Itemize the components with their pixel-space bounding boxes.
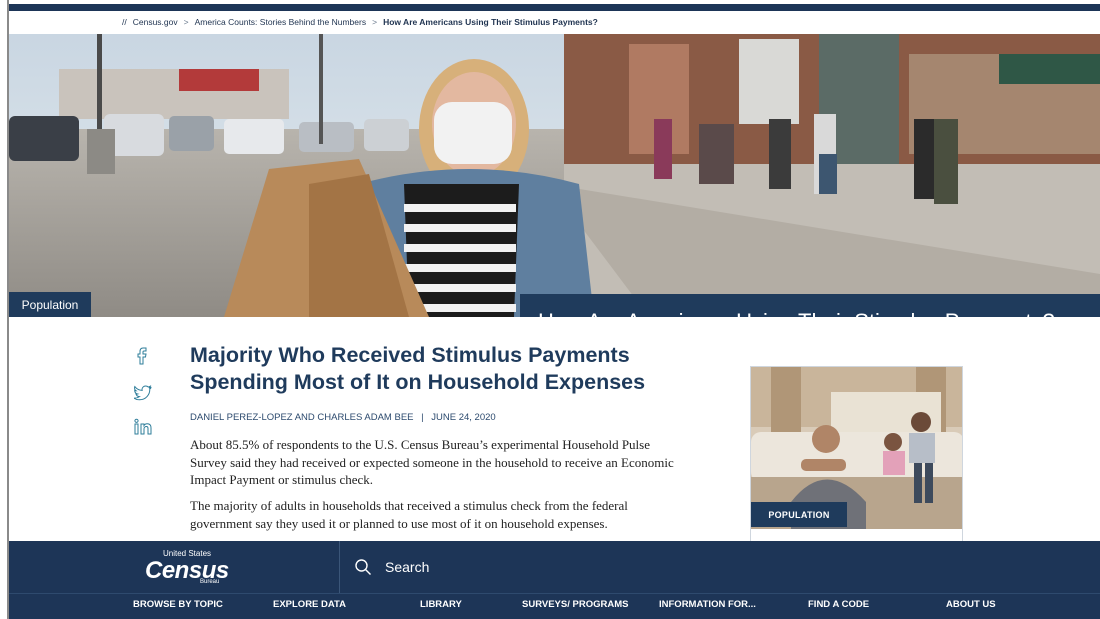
nav-surveys-programs[interactable]: SURVEYS/ PROGRAMS (522, 599, 628, 610)
nav-explore-data[interactable]: EXPLORE DATA (273, 599, 346, 610)
footer-separator (9, 593, 1100, 594)
breadcrumb-america-counts[interactable]: America Counts: Stories Behind the Numbe… (195, 17, 367, 27)
search-bar[interactable]: Search (354, 555, 429, 579)
breadcrumb-separator: > (372, 17, 378, 27)
article-paragraph: The majority of adults in households tha… (190, 498, 628, 531)
facebook-icon[interactable] (131, 345, 155, 367)
article-title: Majority Who Received Stimulus Payments … (190, 343, 646, 394)
search-label: Search (385, 559, 430, 575)
article-paragraph: About 85.5% of respondents to the U.S. C… (190, 437, 674, 487)
top-banner (9, 4, 1100, 11)
breadcrumb-root: // (122, 17, 127, 27)
nav-library[interactable]: LIBRARY (420, 599, 462, 610)
census-logo[interactable]: United States Census Bureau (143, 548, 233, 588)
nav-find-a-code[interactable]: FIND A CODE (808, 599, 869, 610)
nav-information-for[interactable]: INFORMATION FOR... (659, 599, 756, 610)
hero-photo (9, 34, 1100, 317)
related-story-tag[interactable]: POPULATION (751, 502, 847, 527)
breadcrumb: // Census.gov > America Counts: Stories … (122, 14, 598, 30)
breadcrumb-census-gov[interactable]: Census.gov (133, 17, 178, 27)
main-nav: BROWSE BY TOPIC EXPLORE DATA LIBRARY SUR… (9, 599, 1100, 615)
byline: DANIEL PEREZ-LOPEZ AND CHARLES ADAM BEE … (190, 412, 496, 423)
category-tag[interactable]: Population (9, 292, 91, 317)
linkedin-icon[interactable] (131, 416, 155, 438)
search-icon (355, 559, 371, 575)
nav-browse-by-topic[interactable]: BROWSE BY TOPIC (133, 599, 223, 610)
logo-bureau: Bureau (200, 579, 220, 585)
site-footer-bar: United States Census Bureau Search BROWS… (9, 541, 1100, 619)
breadcrumb-separator: > (183, 17, 189, 27)
breadcrumb-current: How Are Americans Using Their Stimulus P… (383, 17, 598, 27)
article-authors[interactable]: DANIEL PEREZ-LOPEZ AND CHARLES ADAM BEE (190, 412, 414, 423)
twitter-icon[interactable] (131, 382, 155, 404)
nav-about-us[interactable]: ABOUT US (946, 599, 996, 610)
hero-banner: How Are Americans Using Their Stimulus P… (9, 34, 1100, 317)
related-story-card[interactable]: POPULATION (750, 366, 963, 546)
hero-title: How Are Americans Using Their Stimulus P… (520, 294, 1100, 317)
article-date: JUNE 24, 2020 (431, 412, 496, 423)
footer-divider (339, 541, 340, 593)
